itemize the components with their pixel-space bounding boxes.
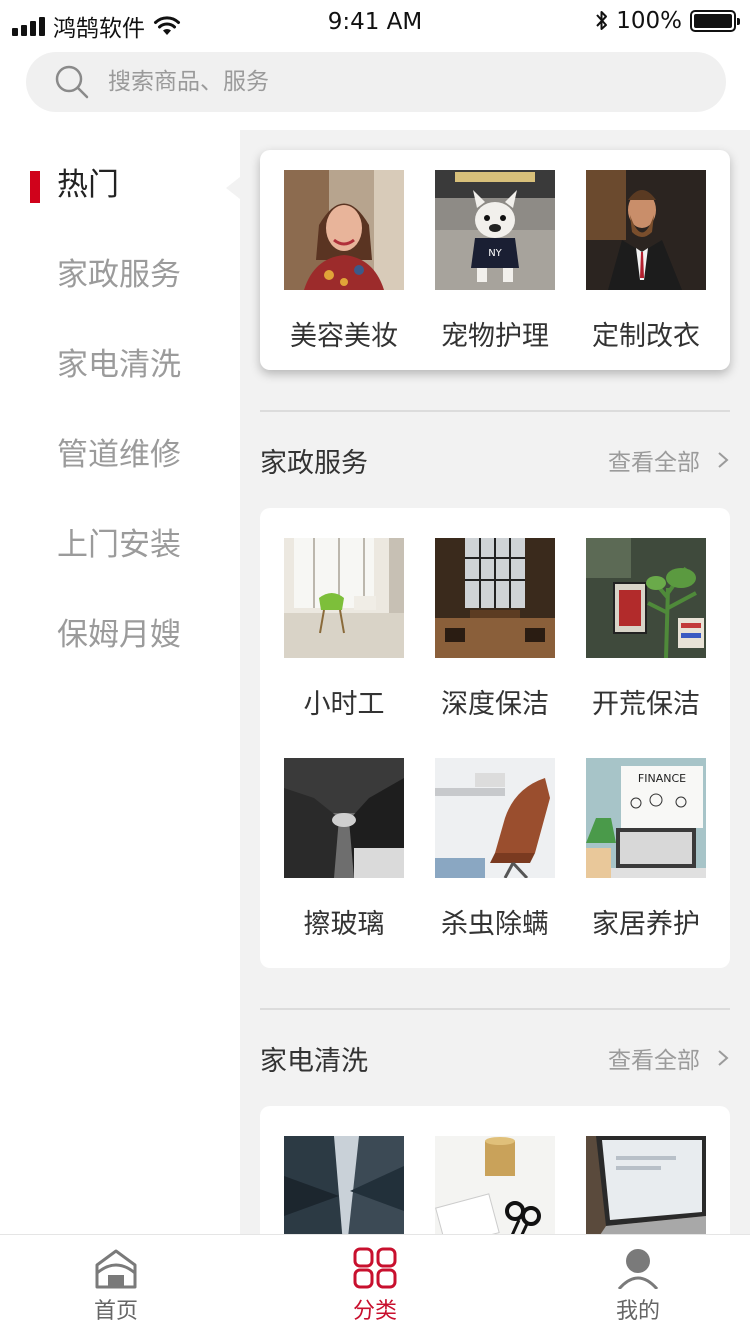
tab-profile[interactable]: 我的 — [513, 1235, 750, 1334]
service-label: 开荒保洁 — [592, 689, 700, 720]
glass-building-photo — [284, 1136, 404, 1234]
service-label: 家居养护 — [592, 909, 700, 940]
sidebar-item-pipe-repair[interactable]: 管道维修 — [0, 406, 240, 496]
search-bar[interactable] — [26, 52, 726, 112]
office-chair-photo — [435, 758, 555, 878]
view-all-link[interactable]: 查看全部 — [608, 1041, 730, 1075]
sidebar-item-installation[interactable]: 上门安装 — [0, 496, 240, 586]
tab-bar: 首页 分类 我的 — [0, 1234, 750, 1334]
laptop-photo — [586, 1136, 706, 1234]
status-bar: 鸿鹄软件 9:41 AM 100% — [0, 0, 750, 46]
finance-laptop-photo: FINANCE — [586, 758, 706, 878]
home-icon — [95, 1249, 137, 1289]
view-all-link[interactable]: 查看全部 — [608, 443, 730, 477]
hot-card: 美容美妆 NY 宠物护理 定制改衣 — [260, 150, 730, 370]
service-tile[interactable]: FINANCE 家居养护 — [571, 758, 721, 941]
section-header: 家政服务 查看全部 — [260, 430, 730, 490]
svg-text:NY: NY — [488, 248, 502, 259]
sidebar-item-nanny[interactable]: 保姆月嫂 — [0, 586, 240, 676]
section-title: 家政服务 — [260, 447, 368, 479]
battery-percent: 100% — [616, 8, 682, 34]
service-label: 小时工 — [303, 689, 385, 720]
bearded-man-suit-photo — [586, 170, 706, 290]
chevron-right-icon — [718, 1050, 729, 1066]
handshake-photo — [284, 758, 404, 878]
portrait-woman-photo — [284, 170, 404, 290]
section-card: 小时工 深度保洁 开荒保洁 擦玻璃 杀虫除螨 FINANCE 家居养护 — [260, 508, 730, 968]
chevron-right-icon — [718, 452, 729, 468]
svg-text:FINANCE: FINANCE — [638, 772, 686, 785]
sidebar-item-label: 上门安装 — [57, 526, 181, 563]
tab-label: 分类 — [352, 1299, 397, 1324]
tab-category[interactable]: 分类 — [250, 1235, 500, 1334]
section-divider — [260, 410, 730, 412]
service-tile[interactable]: 擦玻璃 — [269, 758, 419, 941]
sidebar-item-label: 家政服务 — [57, 256, 181, 293]
bright-room-chairs-photo — [284, 538, 404, 658]
scissors-desk-photo — [435, 1136, 555, 1234]
cafe-window-photo — [435, 538, 555, 658]
grid-icon — [353, 1247, 397, 1289]
category-sidebar: 热门 家政服务 家电清洗 管道维修 上门安装 保姆月嫂 — [0, 130, 240, 1234]
service-tile[interactable]: 小时工 — [269, 538, 419, 721]
view-all-label: 查看全部 — [608, 1048, 700, 1074]
bulldog-photo: NY — [435, 170, 555, 290]
sidebar-item-housekeeping[interactable]: 家政服务 — [0, 226, 240, 316]
sidebar-item-hot[interactable]: 热门 — [0, 136, 240, 226]
service-label: 宠物护理 — [441, 321, 549, 352]
tab-label: 我的 — [615, 1299, 660, 1324]
search-input[interactable] — [108, 69, 668, 95]
service-label: 擦玻璃 — [303, 909, 385, 940]
section-divider — [260, 1008, 730, 1010]
sidebar-item-label: 家电清洗 — [57, 346, 181, 383]
service-tile[interactable]: NY 宠物护理 — [420, 170, 570, 353]
bluetooth-icon — [596, 11, 608, 30]
service-label: 定制改衣 — [592, 321, 700, 352]
search-icon — [55, 65, 89, 99]
service-label: 深度保洁 — [441, 689, 549, 720]
service-tile[interactable] — [420, 1136, 570, 1234]
sidebar-item-label: 保姆月嫂 — [57, 616, 181, 653]
section-header: 家电清洗 查看全部 — [260, 1028, 730, 1088]
plants-shelf-photo — [586, 538, 706, 658]
service-tile[interactable]: 开荒保洁 — [571, 538, 721, 721]
service-tile[interactable]: 美容美妆 — [269, 170, 419, 353]
sidebar-item-appliance-cleaning[interactable]: 家电清洗 — [0, 316, 240, 406]
section-card — [260, 1106, 730, 1234]
section-title: 家电清洗 — [260, 1045, 368, 1077]
sidebar-item-label: 管道维修 — [57, 436, 181, 473]
service-tile[interactable]: 杀虫除螨 — [420, 758, 570, 941]
tab-home[interactable]: 首页 — [0, 1235, 241, 1334]
tab-label: 首页 — [93, 1299, 138, 1324]
service-tile[interactable]: 深度保洁 — [420, 538, 570, 721]
service-tile[interactable] — [269, 1136, 419, 1234]
service-label: 杀虫除螨 — [441, 909, 549, 940]
view-all-label: 查看全部 — [608, 450, 700, 476]
service-tile[interactable]: 定制改衣 — [571, 170, 721, 353]
service-tile[interactable] — [571, 1136, 721, 1234]
sidebar-item-label: 热门 — [57, 166, 119, 203]
service-label: 美容美妆 — [290, 321, 398, 352]
battery-icon — [690, 10, 740, 32]
user-icon — [617, 1249, 659, 1289]
category-content: 美容美妆 NY 宠物护理 定制改衣 家政服务 查看全部 小时工 深度保洁 开荒保… — [240, 130, 750, 1234]
